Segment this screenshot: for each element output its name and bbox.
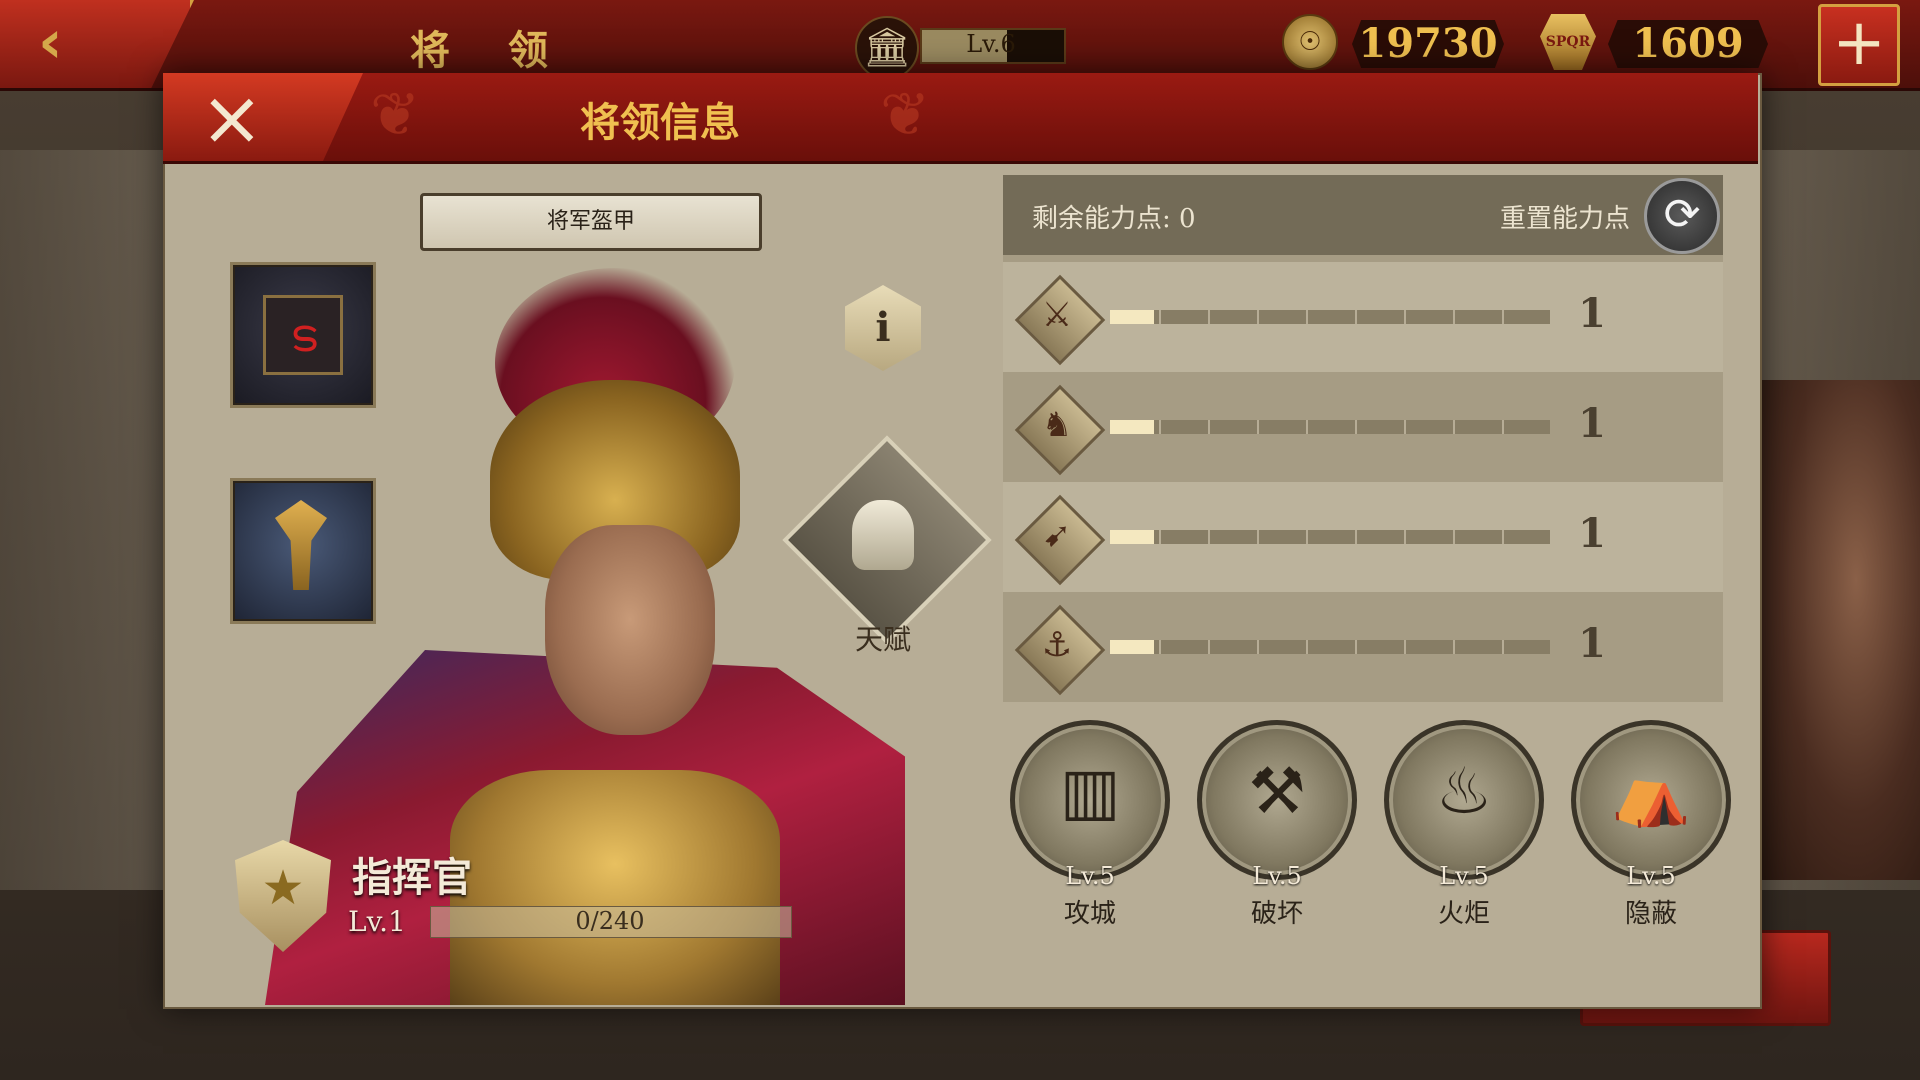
xp-text: 0/240: [575, 907, 645, 935]
stat-segment-divider: [1502, 420, 1504, 434]
siege-icon: ▥: [1059, 755, 1121, 829]
skill-level: Lv.5: [1252, 862, 1302, 890]
skill-name: 破坏: [1250, 899, 1303, 929]
stat-progress-fill: [1110, 310, 1154, 324]
stat-segment-divider: [1453, 420, 1455, 434]
coin-icon: ☉: [1282, 14, 1338, 70]
laurel-left-icon: ❦: [370, 80, 421, 150]
stealth-icon: ⛺: [1611, 756, 1691, 830]
stat-segment-divider: [1208, 640, 1210, 654]
general-portrait: [545, 525, 715, 735]
stat-progress-fill: [1110, 420, 1154, 434]
background-column-left: [0, 150, 170, 890]
stat-segment-divider: [1502, 310, 1504, 324]
horse-icon-glyph: ♞: [1041, 405, 1073, 445]
stat-segment-divider: [1355, 310, 1357, 324]
stat-segment-divider: [1159, 530, 1161, 544]
reset-points-label: 重置能力点: [1500, 204, 1631, 234]
stat-segment-divider: [1208, 530, 1210, 544]
stat-segment-divider: [1306, 420, 1308, 434]
dialog-title: 将领信息: [580, 99, 740, 146]
skill-level: Lv.5: [1065, 862, 1115, 890]
helmet-icon: [852, 500, 914, 570]
laurel-right-icon: ❦: [880, 80, 931, 150]
stat-segment-divider: [1306, 310, 1308, 324]
portrait-cuirass: [450, 770, 780, 1005]
stat-progress-bar: [1110, 310, 1550, 324]
close-icon[interactable]: ×: [200, 78, 264, 158]
stat-segment-divider: [1355, 640, 1357, 654]
stat-segment-divider: [1453, 310, 1455, 324]
stat-segment-divider: [1502, 640, 1504, 654]
stat-segment-divider: [1404, 420, 1406, 434]
stat-value: 1: [1578, 620, 1606, 667]
destroy-icon: ⚒: [1248, 755, 1306, 829]
stat-segment-divider: [1159, 420, 1161, 434]
stat-segment-divider: [1306, 640, 1308, 654]
rank-title: 指挥官: [352, 854, 472, 901]
stat-value: 1: [1578, 510, 1606, 557]
stat-progress-bar: [1110, 420, 1550, 434]
stat-segment-divider: [1257, 640, 1259, 654]
stat-segment-divider: [1502, 530, 1504, 544]
stat-segment-divider: [1355, 420, 1357, 434]
stat-segment-divider: [1159, 640, 1161, 654]
sword-icon-glyph: ⚔: [1041, 295, 1073, 335]
skill-name: 攻城: [1063, 899, 1116, 929]
skill-level: Lv.5: [1439, 862, 1489, 890]
stat-progress-fill: [1110, 530, 1154, 544]
level-text: Lv.6: [966, 30, 1016, 58]
stat-segment-divider: [1159, 310, 1161, 324]
stat-value: 1: [1578, 290, 1606, 337]
add-button[interactable]: +: [1818, 4, 1900, 86]
rank-level: Lv.1: [348, 905, 406, 938]
stat-segment-divider: [1208, 420, 1210, 434]
bow-icon-glyph: ➹: [1042, 515, 1072, 555]
reset-points-button[interactable]: ⟳: [1644, 178, 1720, 254]
spqr-count: 1609: [1632, 20, 1744, 67]
back-arrow-icon[interactable]: ‹: [38, 12, 63, 72]
star-icon: ★: [261, 860, 305, 916]
banner-icon: ട: [263, 295, 343, 375]
stat-segment-divider: [1257, 310, 1259, 324]
stat-segment-divider: [1257, 530, 1259, 544]
stat-segment-divider: [1355, 530, 1357, 544]
skill-level: Lv.5: [1626, 862, 1676, 890]
talent-label: 天赋: [854, 623, 911, 656]
coin-count: 19730: [1358, 20, 1498, 67]
remaining-points-label: 剩余能力点: 0: [1032, 204, 1196, 234]
stat-segment-divider: [1404, 640, 1406, 654]
stat-segment-divider: [1257, 420, 1259, 434]
stat-segment-divider: [1453, 640, 1455, 654]
building-icon: 🏛: [855, 16, 919, 80]
stat-segment-divider: [1453, 530, 1455, 544]
general-armor-button[interactable]: 将军盔甲: [420, 193, 762, 251]
torch-icon: ♨: [1435, 755, 1493, 829]
stat-value: 1: [1578, 400, 1606, 447]
stat-progress-fill: [1110, 640, 1154, 654]
stat-segment-divider: [1306, 530, 1308, 544]
stat-segment-divider: [1404, 530, 1406, 544]
stat-progress-bar: [1110, 530, 1550, 544]
page-title: 将 领: [410, 27, 570, 74]
stat-progress-bar: [1110, 640, 1550, 654]
stat-segment-divider: [1208, 310, 1210, 324]
skill-name: 火炬: [1437, 899, 1490, 929]
stat-segment-divider: [1404, 310, 1406, 324]
skill-name: 隐蔽: [1624, 899, 1677, 929]
background-portrait: [1760, 380, 1920, 880]
anchor-icon-glyph: ⚓: [1041, 625, 1073, 665]
